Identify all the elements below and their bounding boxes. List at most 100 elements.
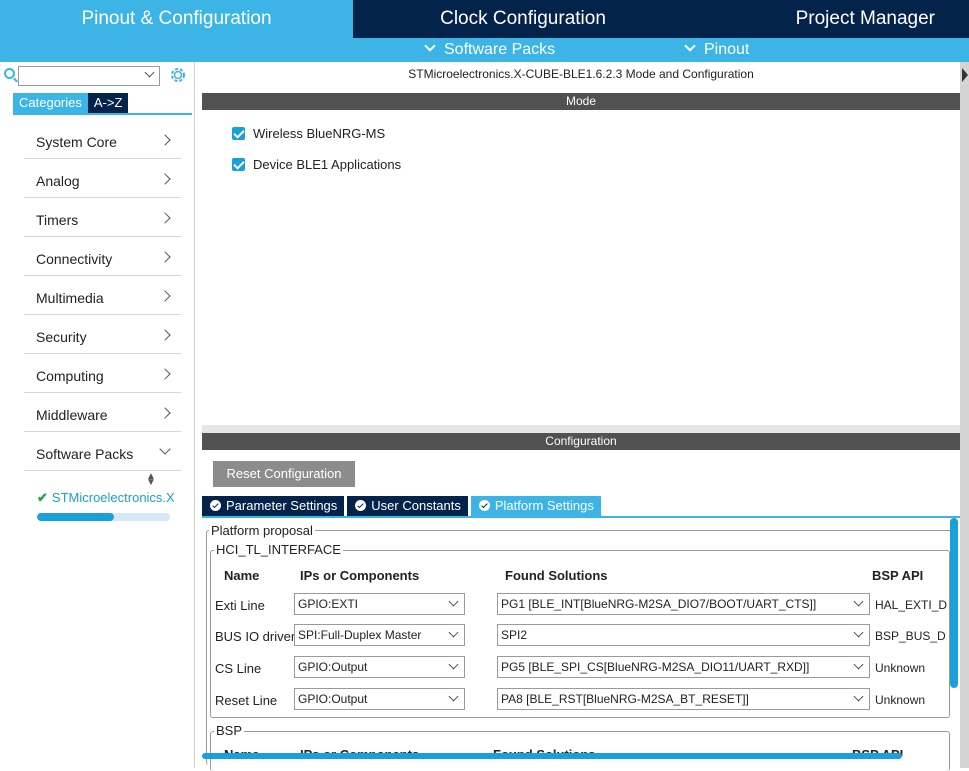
select-value: GPIO:Output	[298, 660, 368, 674]
tab-user-constants[interactable]: User Constants	[347, 496, 468, 516]
mode-header: Mode	[202, 93, 960, 110]
chevron-down-icon	[448, 627, 459, 638]
chevron-right-icon	[159, 173, 171, 185]
package-item[interactable]: ✔ STMicroelectronics.X	[37, 490, 174, 506]
top-tab-bar: Pinout & Configuration Clock Configurati…	[0, 0, 969, 38]
bsp-api-cs-line: Unknown	[875, 661, 926, 675]
category-tabs: Categories A->Z	[13, 93, 129, 113]
search-row	[0, 62, 195, 92]
search-input[interactable]	[18, 66, 160, 86]
tab-clock-configuration[interactable]: Clock Configuration	[355, 0, 691, 38]
tab-project-manager[interactable]: Project Manager	[693, 0, 969, 38]
category-label: System Core	[36, 134, 117, 150]
tab-a-z[interactable]: A->Z	[87, 93, 129, 113]
horizontal-scrollbar[interactable]	[202, 753, 902, 759]
solution-select-cs-line[interactable]: PG5 [BLE_SPI_CS[BlueNRG-M2SA_DIO11/UART_…	[497, 656, 870, 678]
select-value: SPI2	[501, 628, 528, 642]
category-label: Multimedia	[36, 290, 104, 306]
category-label: Analog	[36, 173, 80, 189]
tab-label: User Constants	[371, 498, 461, 513]
page-title: STMicroelectronics.X-CUBE-BLE1.6.2.3 Mod…	[408, 67, 754, 81]
row-name-bus-io: BUS IO driver	[215, 629, 296, 644]
solution-select-bus-io[interactable]: SPI2	[497, 624, 870, 646]
select-value: GPIO:Output	[298, 692, 368, 706]
ip-select-bus-io[interactable]: SPI:Full-Duplex Master	[294, 624, 465, 646]
mode-item-label: Wireless BlueNRG-MS	[253, 126, 386, 141]
configuration-tabs: Parameter Settings User Constants Platfo…	[202, 496, 604, 516]
bsp-api-exti: HAL_EXTI_D	[875, 598, 948, 612]
chevron-right-icon	[159, 368, 171, 380]
row-name-cs-line: CS Line	[215, 661, 262, 676]
sidebar: Categories A->Z System Core Analog Timer…	[0, 62, 195, 768]
pinout-menu[interactable]: Pinout	[684, 38, 750, 62]
category-connectivity[interactable]: Connectivity	[24, 237, 181, 276]
tab-parameter-settings[interactable]: Parameter Settings	[202, 496, 345, 516]
panel-splitter[interactable]	[202, 425, 960, 433]
category-multimedia[interactable]: Multimedia	[24, 276, 181, 315]
platform-proposal-legend: Platform proposal	[209, 523, 315, 538]
expand-right-icon[interactable]	[962, 68, 968, 82]
ip-select-reset-line[interactable]: GPIO:Output	[294, 688, 465, 710]
reset-configuration-button[interactable]: Reset Configuration	[213, 461, 355, 487]
gear-icon[interactable]	[168, 65, 188, 85]
row-name-reset-line: Reset Line	[215, 693, 278, 708]
mode-item-wireless[interactable]: Wireless BlueNRG-MS	[232, 126, 385, 141]
column-header-solutions: Found Solutions	[505, 568, 608, 583]
checkbox-checked-icon[interactable]	[232, 158, 245, 171]
pinout-label: Pinout	[704, 41, 750, 58]
chevron-right-icon	[159, 212, 171, 224]
checkbox-checked-icon[interactable]	[232, 127, 245, 140]
search-icon	[4, 68, 15, 79]
sub-menu-bar: Software Packs Pinout	[0, 38, 969, 62]
chevron-right-icon	[159, 407, 171, 419]
tab-platform-settings[interactable]: Platform Settings	[470, 496, 601, 516]
category-system-core[interactable]: System Core	[24, 120, 181, 159]
category-label: Connectivity	[36, 251, 113, 267]
select-value: SPI:Full-Duplex Master	[298, 628, 422, 642]
category-software-packs[interactable]: Software Packs	[24, 432, 181, 471]
tab-categories[interactable]: Categories	[13, 93, 88, 113]
chevron-down-icon	[448, 596, 459, 607]
package-label: STMicroelectronics.X	[51, 490, 174, 505]
solution-select-exti[interactable]: PG1 [BLE_INT[BlueNRG-M2SA_DIO7/BOOT/UART…	[497, 593, 870, 615]
software-packs-menu[interactable]: Software Packs	[424, 38, 555, 62]
mode-item-ble1-apps[interactable]: Device BLE1 Applications	[232, 157, 401, 172]
category-computing[interactable]: Computing	[24, 354, 181, 393]
chevron-down-icon[interactable]	[144, 67, 155, 78]
configuration-header: Configuration	[202, 433, 960, 450]
tab-pinout-configuration[interactable]: Pinout & Configuration	[0, 0, 353, 38]
check-circle-icon	[210, 500, 221, 511]
ip-select-cs-line[interactable]: GPIO:Output	[294, 656, 465, 678]
column-header-bsp-api: BSP API	[872, 568, 924, 583]
category-list: System Core Analog Timers Connectivity M…	[24, 120, 181, 471]
category-security[interactable]: Security	[24, 315, 181, 354]
chevron-right-icon	[159, 329, 171, 341]
select-value: PG1 [BLE_INT[BlueNRG-M2SA_DIO7/BOOT/UART…	[501, 597, 817, 611]
package-progress-fill	[37, 513, 115, 521]
chevron-down-icon	[424, 40, 436, 52]
select-value: PG5 [BLE_SPI_CS[BlueNRG-M2SA_DIO11/UART_…	[501, 660, 810, 674]
right-collapse-panel	[960, 62, 969, 768]
category-analog[interactable]: Analog	[24, 159, 181, 198]
chevron-down-icon	[853, 627, 864, 638]
bsp-api-reset-line: Unknown	[875, 693, 926, 707]
chevron-down-icon	[159, 443, 171, 455]
chevron-right-icon	[159, 290, 171, 302]
category-label: Security	[36, 329, 87, 345]
chevron-down-icon	[853, 596, 864, 607]
chevron-down-icon	[684, 40, 696, 52]
chevron-right-icon	[159, 251, 171, 263]
solution-select-reset-line[interactable]: PA8 [BLE_RST[BlueNRG-M2SA_BT_RESET]]	[497, 688, 870, 710]
category-middleware[interactable]: Middleware	[24, 393, 181, 432]
vertical-scrollbar[interactable]	[950, 518, 958, 688]
chevron-down-icon	[448, 659, 459, 670]
ip-select-exti[interactable]: GPIO:EXTI	[294, 593, 465, 615]
select-value: PA8 [BLE_RST[BlueNRG-M2SA_BT_RESET]]	[501, 692, 749, 706]
chevron-down-icon	[853, 659, 864, 670]
check-circle-icon	[478, 500, 490, 511]
category-timers[interactable]: Timers	[24, 198, 181, 237]
chevron-down-icon	[448, 691, 459, 702]
column-header-name: Name	[224, 568, 260, 583]
bsp-legend: BSP	[214, 723, 245, 738]
sort-icon[interactable]: ▲ ▼	[146, 472, 156, 488]
